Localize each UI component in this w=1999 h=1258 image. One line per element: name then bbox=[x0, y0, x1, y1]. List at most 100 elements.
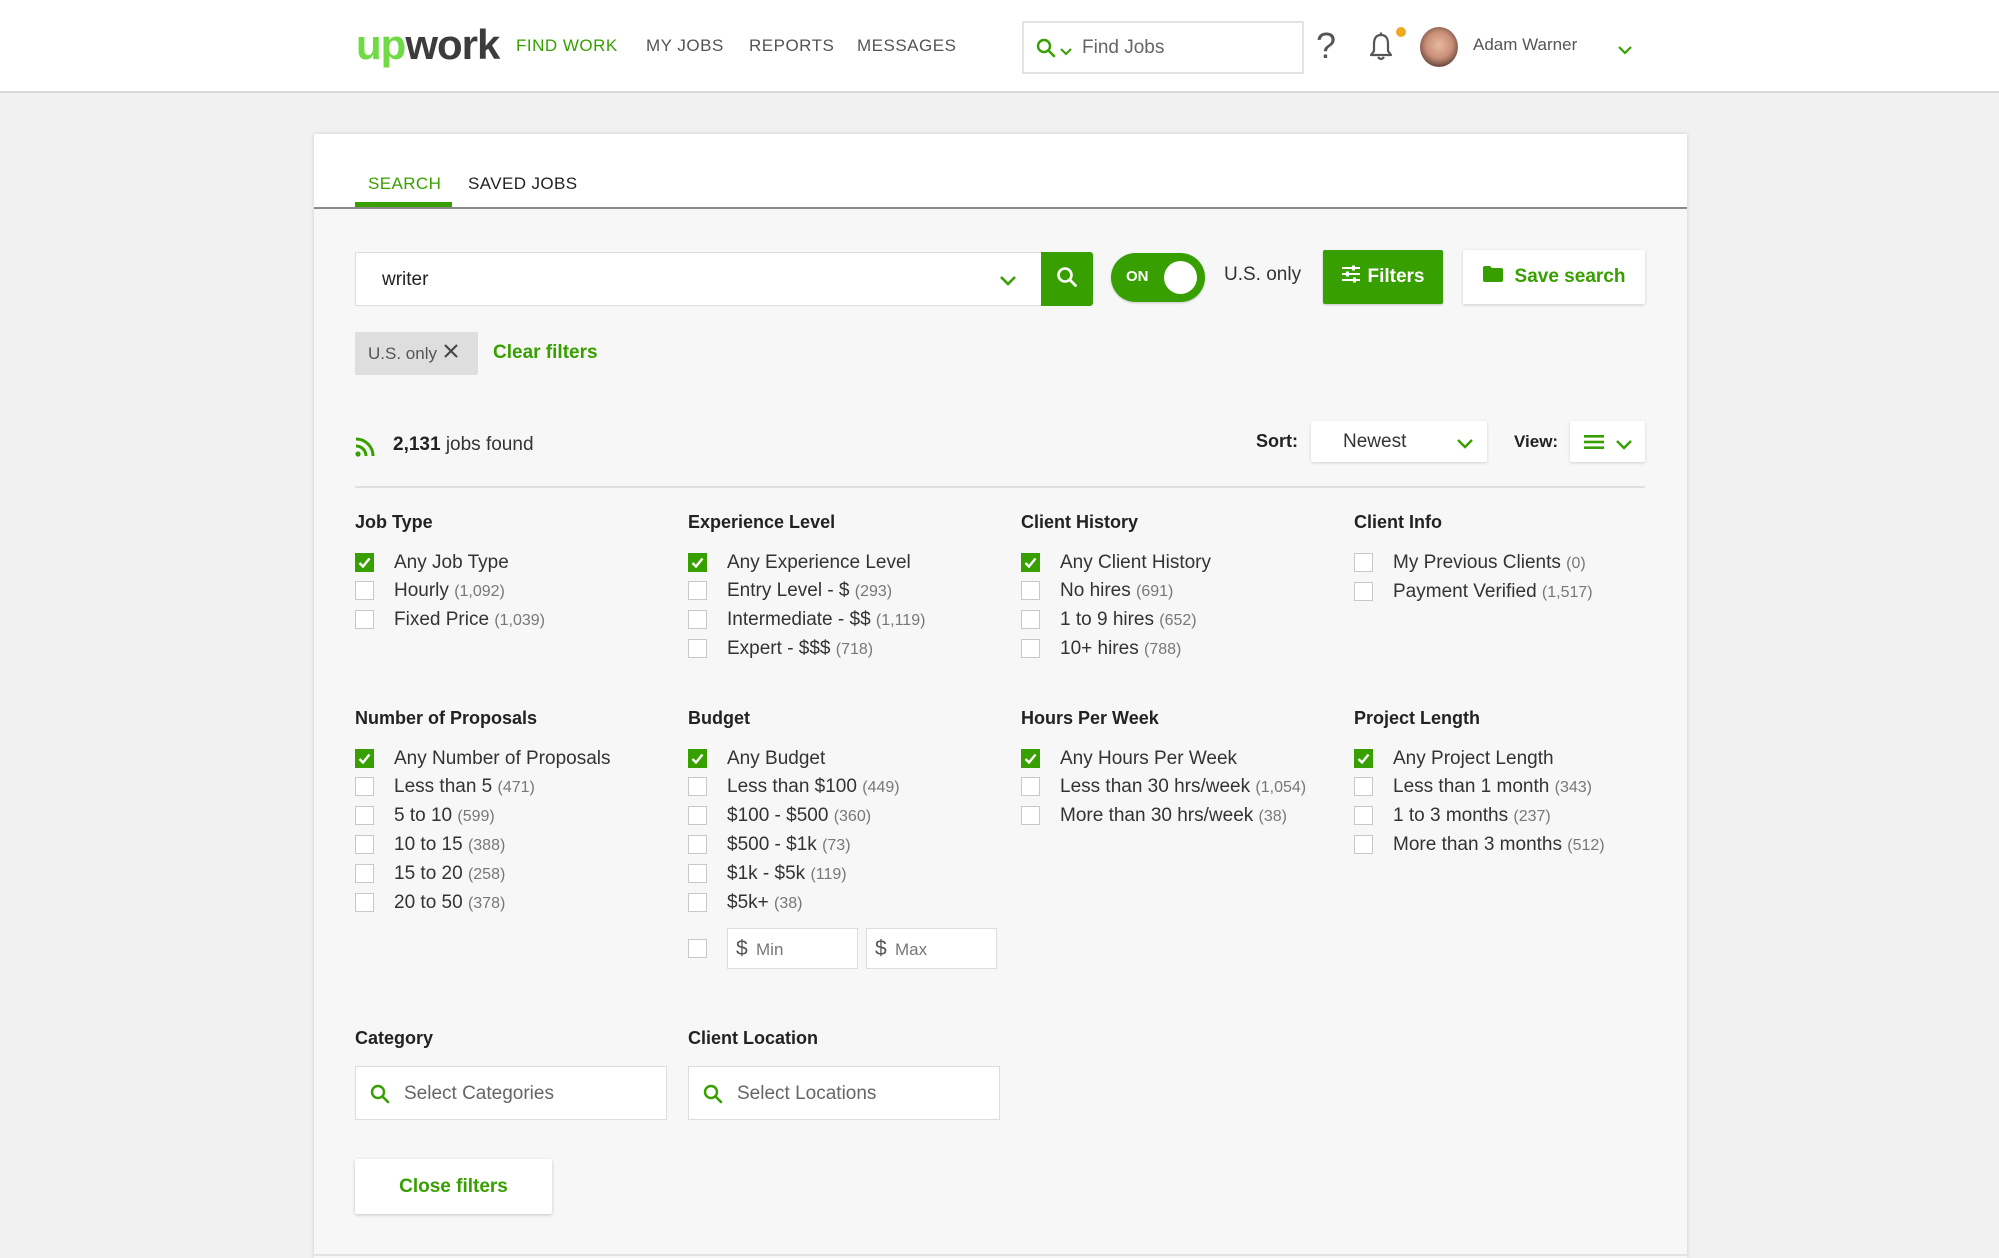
sort-dropdown[interactable]: Newest bbox=[1311, 421, 1487, 462]
checkbox[interactable] bbox=[1021, 639, 1040, 658]
checkbox[interactable] bbox=[355, 835, 374, 854]
client-location-input[interactable] bbox=[737, 1080, 987, 1108]
nav-find-work[interactable]: FIND WORK bbox=[516, 36, 618, 56]
filter-option[interactable]: Fixed Price (1,039) bbox=[355, 606, 675, 635]
filter-option[interactable]: Any Budget bbox=[688, 745, 1008, 773]
filter-chip-us-only[interactable]: U.S. only bbox=[355, 332, 478, 375]
checkbox[interactable] bbox=[1021, 610, 1040, 629]
find-jobs-input[interactable] bbox=[1082, 33, 1292, 63]
us-only-toggle[interactable]: ON bbox=[1111, 253, 1205, 302]
filter-option[interactable]: Less than 1 month (343) bbox=[1354, 773, 1674, 802]
checkbox[interactable] bbox=[1021, 777, 1040, 796]
tab-saved-jobs[interactable]: SAVED JOBS bbox=[468, 174, 578, 194]
filter-option[interactable]: No hires (691) bbox=[1021, 577, 1341, 606]
checkbox[interactable] bbox=[1021, 581, 1040, 600]
chevron-down-icon[interactable] bbox=[999, 274, 1017, 292]
checkbox[interactable] bbox=[688, 835, 707, 854]
filter-option[interactable]: Payment Verified (1,517) bbox=[1354, 578, 1674, 607]
filter-option[interactable]: Less than 5 (471) bbox=[355, 773, 675, 802]
checkbox[interactable] bbox=[355, 806, 374, 825]
category-select[interactable] bbox=[355, 1066, 667, 1120]
filter-option[interactable]: $1k - $5k (119) bbox=[688, 860, 1008, 889]
filter-option[interactable]: Any Experience Level bbox=[688, 549, 1008, 577]
close-icon[interactable] bbox=[443, 343, 459, 364]
filter-option[interactable]: Less than $100 (449) bbox=[688, 773, 1008, 802]
clear-filters-link[interactable]: Clear filters bbox=[493, 342, 598, 364]
checkbox[interactable] bbox=[1354, 835, 1373, 854]
checkbox[interactable] bbox=[1354, 777, 1373, 796]
filter-option[interactable]: 20 to 50 (378) bbox=[355, 889, 675, 918]
filters-button[interactable]: Filters bbox=[1323, 250, 1443, 304]
filter-option[interactable]: Entry Level - $ (293) bbox=[688, 577, 1008, 606]
save-search-button[interactable]: Save search bbox=[1463, 250, 1645, 304]
client-location-select[interactable] bbox=[688, 1066, 1000, 1120]
rss-feed-icon[interactable] bbox=[355, 437, 375, 462]
checkbox[interactable] bbox=[1021, 806, 1040, 825]
filter-option[interactable]: Any Project Length bbox=[1354, 745, 1674, 773]
checkbox[interactable] bbox=[688, 610, 707, 629]
checkbox[interactable] bbox=[688, 893, 707, 912]
filter-option[interactable]: Less than 30 hrs/week (1,054) bbox=[1021, 773, 1336, 802]
filter-option[interactable]: 1 to 9 hires (652) bbox=[1021, 606, 1341, 635]
checkbox[interactable] bbox=[688, 777, 707, 796]
checkbox[interactable] bbox=[688, 581, 707, 600]
filter-option[interactable]: 1 to 3 months (237) bbox=[1354, 802, 1674, 831]
checkbox[interactable] bbox=[355, 777, 374, 796]
tab-search[interactable]: SEARCH bbox=[368, 174, 441, 194]
checkbox-checked[interactable] bbox=[688, 553, 707, 572]
filter-option[interactable]: Any Job Type bbox=[355, 549, 675, 577]
checkbox-checked[interactable] bbox=[355, 553, 374, 572]
nav-messages[interactable]: MESSAGES bbox=[857, 36, 956, 56]
checkbox[interactable] bbox=[1354, 582, 1373, 601]
filter-option[interactable]: More than 3 months (512) bbox=[1354, 831, 1674, 860]
search-icon[interactable] bbox=[1036, 38, 1056, 63]
category-input[interactable] bbox=[404, 1080, 654, 1108]
checkbox[interactable] bbox=[355, 610, 374, 629]
filter-option[interactable]: Any Client History bbox=[1021, 549, 1341, 577]
filter-option[interactable]: Hourly (1,092) bbox=[355, 577, 675, 606]
checkbox-checked[interactable] bbox=[1021, 553, 1040, 572]
checkbox[interactable] bbox=[688, 639, 707, 658]
checkbox[interactable] bbox=[1354, 553, 1373, 572]
filter-option[interactable]: Expert - $$$ (718) bbox=[688, 635, 1008, 664]
budget-max-input[interactable] bbox=[895, 939, 990, 961]
job-search-input[interactable] bbox=[382, 265, 942, 295]
nav-reports[interactable]: REPORTS bbox=[749, 36, 834, 56]
filter-option[interactable]: $100 - $500 (360) bbox=[688, 802, 1008, 831]
view-dropdown[interactable] bbox=[1570, 421, 1645, 462]
checkbox[interactable] bbox=[355, 581, 374, 600]
budget-min-input[interactable] bbox=[756, 939, 851, 961]
checkbox[interactable] bbox=[688, 806, 707, 825]
filter-option[interactable]: 15 to 20 (258) bbox=[355, 860, 675, 889]
chevron-down-icon[interactable] bbox=[1618, 42, 1632, 60]
upwork-logo[interactable]: upwork bbox=[356, 20, 500, 70]
checkbox[interactable] bbox=[1354, 806, 1373, 825]
filter-option[interactable]: Any Number of Proposals bbox=[355, 745, 675, 773]
checkbox-checked[interactable] bbox=[1021, 749, 1040, 768]
search-button[interactable] bbox=[1041, 252, 1093, 306]
search-type-chevron-icon[interactable] bbox=[1060, 43, 1072, 61]
filter-option[interactable]: 10+ hires (788) bbox=[1021, 635, 1341, 664]
filter-option[interactable]: My Previous Clients (0) bbox=[1354, 549, 1674, 578]
nav-my-jobs[interactable]: MY JOBS bbox=[646, 36, 724, 56]
checkbox-checked[interactable] bbox=[1354, 749, 1373, 768]
checkbox[interactable] bbox=[355, 864, 374, 883]
checkbox[interactable] bbox=[355, 893, 374, 912]
close-filters-button[interactable]: Close filters bbox=[355, 1159, 552, 1214]
filter-option[interactable]: $500 - $1k (73) bbox=[688, 831, 1008, 860]
budget-range-checkbox[interactable] bbox=[688, 939, 707, 958]
filter-option[interactable]: More than 30 hrs/week (38) bbox=[1021, 802, 1336, 831]
filter-option[interactable]: Intermediate - $$ (1,119) bbox=[688, 606, 1008, 635]
filter-option[interactable]: 10 to 15 (388) bbox=[355, 831, 675, 860]
checkbox-checked[interactable] bbox=[355, 749, 374, 768]
find-jobs-search[interactable] bbox=[1022, 21, 1304, 74]
filter-option[interactable]: 5 to 10 (599) bbox=[355, 802, 675, 831]
budget-max-field[interactable]: $ bbox=[866, 928, 997, 969]
budget-min-field[interactable]: $ bbox=[727, 928, 858, 969]
checkbox-checked[interactable] bbox=[688, 749, 707, 768]
job-search-field[interactable] bbox=[355, 252, 1042, 306]
user-avatar[interactable] bbox=[1420, 27, 1458, 67]
checkbox[interactable] bbox=[688, 864, 707, 883]
filter-option[interactable]: Any Hours Per Week bbox=[1021, 745, 1336, 773]
user-name[interactable]: Adam Warner bbox=[1473, 35, 1577, 55]
